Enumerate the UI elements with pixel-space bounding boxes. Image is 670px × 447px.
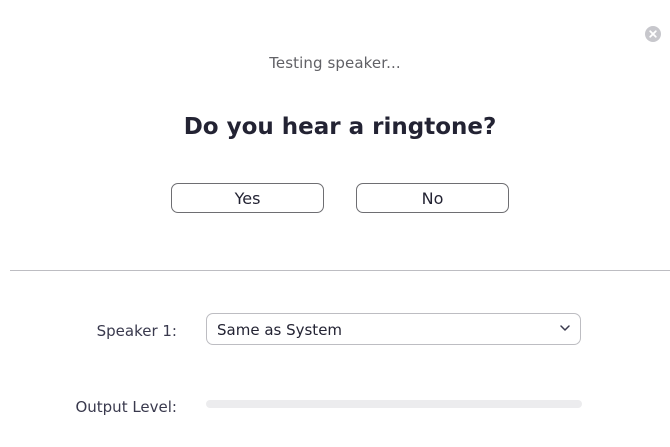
speaker-label: Speaker 1: [96, 322, 177, 340]
close-icon [645, 26, 661, 42]
speaker-select[interactable]: Same as System [206, 313, 581, 345]
no-button[interactable]: No [356, 183, 509, 213]
yes-button[interactable]: Yes [171, 183, 324, 213]
speaker-select-value: Same as System [217, 321, 343, 339]
section-divider [10, 270, 670, 271]
testing-status-text: Testing speaker... [269, 54, 401, 72]
close-button[interactable] [645, 26, 661, 42]
chevron-down-icon [559, 324, 571, 332]
output-level-label: Output Level: [75, 398, 177, 416]
speaker-test-dialog: Testing speaker... Do you hear a rington… [0, 0, 670, 447]
output-level-meter [206, 400, 582, 408]
ringtone-question: Do you hear a ringtone? [183, 114, 497, 140]
